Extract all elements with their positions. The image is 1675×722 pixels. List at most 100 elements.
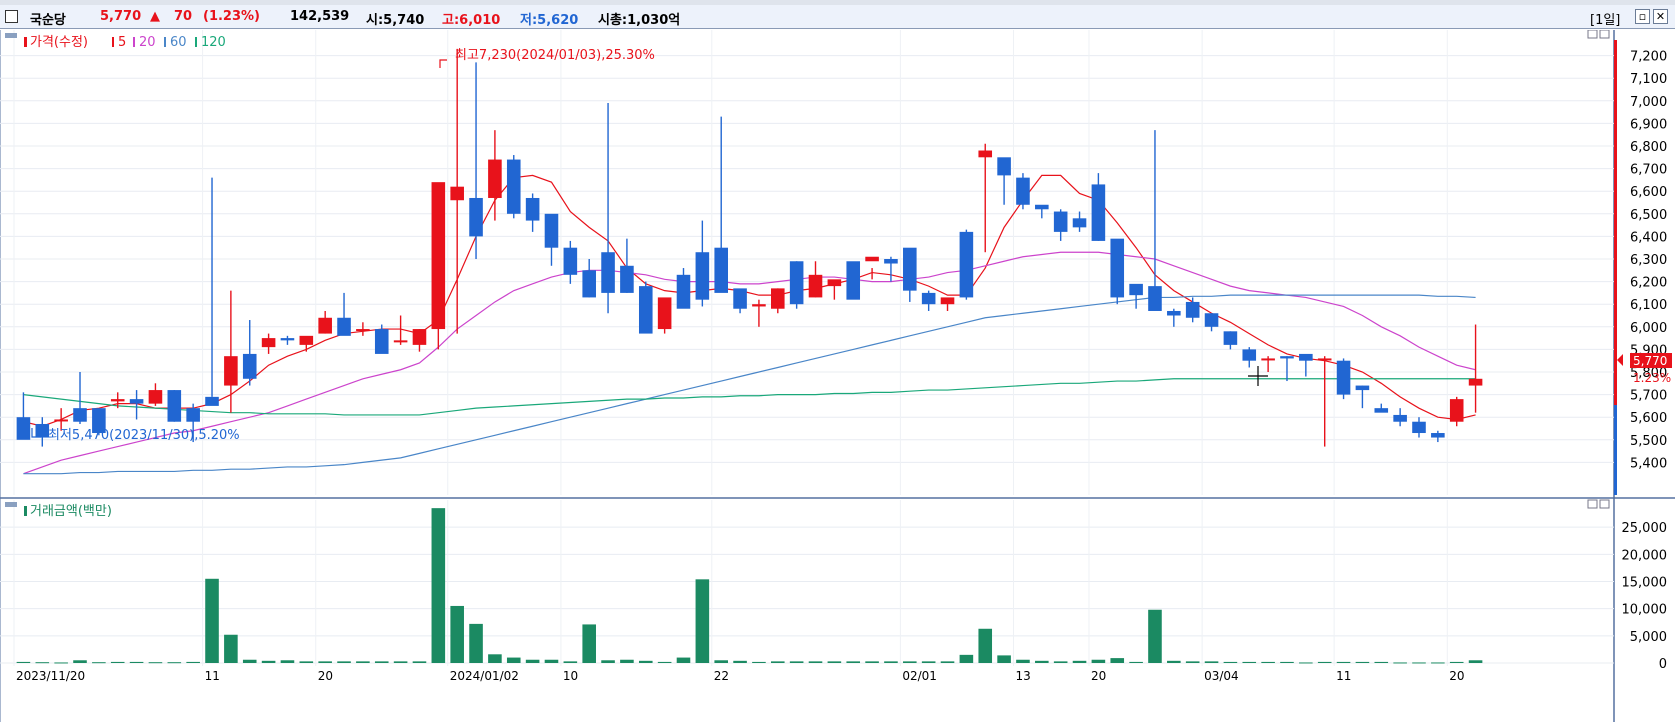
candle [1185,297,1200,323]
candle-body [1374,408,1389,413]
candle [544,213,559,266]
candle [1110,238,1125,305]
volume-bar [1317,661,1332,663]
low-annotation: 최저5,470(2023/11/30),5.20% [48,428,240,443]
candle [280,335,295,345]
price-tick-label: 6,900 [1630,117,1667,132]
price-tick-label: 6,500 [1630,208,1667,223]
volume-bar [167,662,182,664]
volume-bar [54,662,68,664]
moving-average-lines [23,174,1476,475]
legend-ma5: 5 [118,35,126,50]
volume-bar [525,659,540,663]
period-button[interactable]: [1일] [1590,9,1620,28]
low-price: 저:5,620 [520,13,579,28]
price-tick-label: 5,500 [1630,434,1667,449]
market-cap: 시총:1,030억 [598,13,681,28]
candle-body [1129,283,1143,296]
candle-body [1280,356,1294,359]
volume-bar [582,624,596,663]
volume-bar [1374,661,1389,663]
candle-body [1185,301,1200,318]
candle [997,157,1011,205]
volume-bar [1148,609,1162,663]
volume-panel-minimize-icon[interactable] [1587,499,1598,509]
date-tick-label: 22 [714,669,729,683]
date-tick-label: 02/01 [902,669,937,683]
candle [16,392,31,440]
candle [770,288,785,314]
stock-chart: 7,200 7,100 7,000 6,900 6,800 6,700 6,600 6,500… [0,30,1675,722]
candle-body [73,408,87,422]
panel-minimize-icon[interactable] [1587,30,1598,39]
volume-bar [827,661,842,663]
volume-bar [1431,662,1445,664]
candle [1242,347,1257,368]
candle-body [770,288,785,309]
candle-body [299,335,314,345]
price-tick-label: 6,700 [1630,163,1667,178]
volume-bar [903,661,917,663]
candle [657,297,672,334]
candle [827,279,842,300]
volume-bar [657,661,672,663]
candle-body [752,304,766,307]
candle-body [601,252,615,293]
candle [431,182,446,350]
volume-bar [1393,662,1407,664]
date-tick-label: 03/04 [1204,669,1239,683]
volume-bar [1355,661,1370,663]
candle-body [903,247,917,291]
candle [1431,430,1445,443]
candle-body [1204,313,1219,327]
close-icon[interactable]: ✕ [1653,9,1668,24]
volume-bar [865,661,879,663]
candle [525,193,540,232]
volume-tick-label: 20,000 [1622,548,1668,563]
price-tick-label: 6,100 [1630,298,1667,313]
restore-icon[interactable]: ▫ [1635,9,1650,24]
candle-body [884,259,898,264]
candle-body [940,297,955,305]
candle [695,220,710,307]
candle-body [1317,358,1332,361]
current-price: 5,770 [100,9,142,24]
high-annotation-arrow [439,59,447,68]
select-checkbox[interactable] [5,10,18,23]
crosshair-cursor-icon [1248,366,1268,386]
volume-bar [638,660,653,663]
volume-bar [92,662,106,664]
price-y-axis: 7,200 7,100 7,000 6,900 6,800 6,700 6,600 6,500… [1630,50,1667,472]
volume-gridlines [0,500,1614,666]
candle-body [959,231,974,298]
volume-bar [695,579,710,663]
candle-body [1167,310,1181,316]
candle-body [393,340,408,343]
candle [601,103,615,314]
candle-body [506,159,521,214]
candle [1167,308,1181,327]
legend-ma5-marker [112,37,114,47]
volume-bar [1035,660,1049,663]
candle-body [167,390,182,422]
date-tick-label: 10 [563,669,578,683]
candle-body [865,256,879,262]
candle [73,372,87,424]
volume-bar [1204,661,1219,663]
volume-panel-close-icon[interactable] [1599,499,1610,509]
candle [318,310,332,334]
candle-body [1148,286,1162,311]
legend-volume-title: 거래금액(백만) [30,504,112,519]
panel-close-icon[interactable] [1599,30,1610,39]
candle [903,247,917,302]
candle-body [997,157,1011,176]
candle-body [1035,204,1049,210]
current-price-tag: 5,770 [1633,354,1667,368]
volume-y-axis: 25,000 20,000 15,000 10,000 5,000 0 [1622,521,1668,672]
volume-bar [299,661,314,663]
panel-handle-icon [5,33,17,38]
volume-bar [186,661,200,663]
candle [1317,356,1332,447]
volume-bar [205,578,219,663]
price-tick-label: 6,400 [1630,230,1667,245]
